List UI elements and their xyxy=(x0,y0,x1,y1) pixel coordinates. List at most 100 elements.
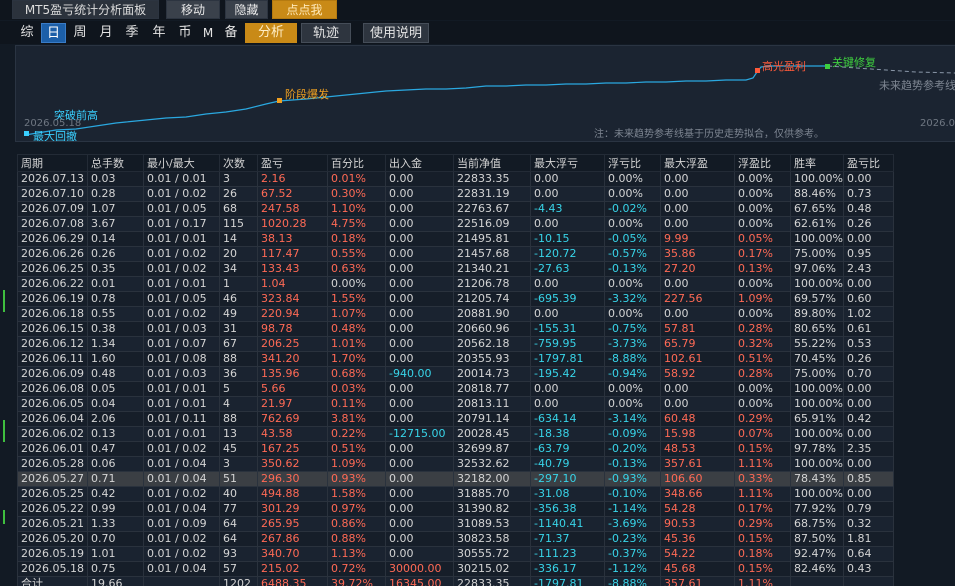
table-row[interactable]: 2026.07.10 0.28 0.01 / 0.02 26 67.52 0.30% 0.0… xyxy=(17,186,894,202)
header-win-rate[interactable]: 胜率 xyxy=(790,154,844,172)
header-period[interactable]: 周期 xyxy=(17,154,88,172)
track-button[interactable]: 轨迹 xyxy=(301,23,351,43)
table-row[interactable]: 2026.05.27 0.71 0.01 / 0.04 51 296.30 0.93% 0.… xyxy=(17,471,894,487)
cell-pnl: 2.16 xyxy=(257,171,328,187)
cell-deposit: 16345.00 xyxy=(385,576,454,586)
cell-equity: 30215.02 xyxy=(453,561,531,577)
cell-period: 2026.07.13 xyxy=(17,171,88,187)
table-row[interactable]: 2026.06.15 0.38 0.01 / 0.03 31 98.78 0.48% 0.0… xyxy=(17,321,894,337)
header-pnl[interactable]: 盈亏 xyxy=(257,154,328,172)
tab-month[interactable]: 月 xyxy=(96,23,116,43)
table-row[interactable]: 2026.05.18 0.75 0.01 / 0.04 57 215.02 0.72% 30… xyxy=(17,561,894,577)
header-float-profit-ratio[interactable]: 浮盈比 xyxy=(734,154,791,172)
tab-quarter[interactable]: 季 xyxy=(122,23,142,43)
cell-min-max: 0.01 / 0.07 xyxy=(143,336,220,352)
header-min-max[interactable]: 最小/最大 xyxy=(143,154,220,172)
cell-max-float-profit: 48.53 xyxy=(660,441,735,457)
header-equity[interactable]: 当前净值 xyxy=(453,154,531,172)
table-row[interactable]: 2026.05.25 0.42 0.01 / 0.02 40 494.88 1.58% 0.… xyxy=(17,486,894,502)
header-percent[interactable]: 百分比 xyxy=(327,154,386,172)
help-button[interactable]: 使用说明 xyxy=(363,23,429,43)
cell-pnl: 21.97 xyxy=(257,396,328,412)
cell-min-max: 0.01 / 0.09 xyxy=(143,516,220,532)
cell-max-float-loss: -634.14 xyxy=(530,411,605,427)
header-float-loss-ratio[interactable]: 浮亏比 xyxy=(604,154,661,172)
tab-day[interactable]: 日 xyxy=(41,23,66,43)
burst-marker xyxy=(277,98,282,103)
cell-win-rate: 100.00% xyxy=(790,456,844,472)
cell-period: 2026.05.25 xyxy=(17,486,88,502)
click-me-button[interactable]: 点点我 xyxy=(272,0,337,19)
cell-percent: 0.51% xyxy=(327,441,386,457)
cell-equity: 22763.67 xyxy=(453,201,531,217)
table-row[interactable]: 2026.06.26 0.26 0.01 / 0.02 20 117.47 0.55% 0.… xyxy=(17,246,894,262)
cell-period: 2026.06.12 xyxy=(17,336,88,352)
table-row[interactable]: 2026.06.29 0.14 0.01 / 0.01 14 38.13 0.18% 0.0… xyxy=(17,231,894,247)
cell-pnl: 265.95 xyxy=(257,516,328,532)
tab-currency[interactable]: 币 xyxy=(175,23,195,43)
analysis-button[interactable]: 分析 xyxy=(245,23,297,43)
cell-count: 46 xyxy=(219,291,258,307)
table-row[interactable]: 2026.06.19 0.78 0.01 / 0.05 46 323.84 1.55% 0.… xyxy=(17,291,894,307)
header-deposit[interactable]: 出入金 xyxy=(385,154,454,172)
equity-curve-chart: 最大回撤 突破前高 阶段爆发 高光盈利 关键修复 未来趋势参考线 2026.05… xyxy=(15,45,955,142)
table-row[interactable]: 2026.06.11 1.60 0.01 / 0.08 88 341.20 1.70% 0.… xyxy=(17,351,894,367)
table-row[interactable]: 2026.06.04 2.06 0.01 / 0.11 88 762.69 3.81% 0.… xyxy=(17,411,894,427)
header-max-float-loss[interactable]: 最大浮亏 xyxy=(530,154,605,172)
move-button[interactable]: 移动 xyxy=(166,0,220,19)
tab-week[interactable]: 周 xyxy=(70,23,90,43)
cell-pnl: 98.78 xyxy=(257,321,328,337)
cell-win-rate: 80.65% xyxy=(790,321,844,337)
cell-max-float-loss: 0.00 xyxy=(530,381,605,397)
hide-button[interactable]: 隐藏 xyxy=(225,0,268,19)
table-row[interactable]: 2026.05.21 1.33 0.01 / 0.09 64 265.95 0.86% 0.… xyxy=(17,516,894,532)
cell-win-rate: 69.57% xyxy=(790,291,844,307)
cell-total-lots: 0.13 xyxy=(87,426,144,442)
cell-pnl-ratio: 0.32 xyxy=(842,516,894,532)
header-max-float-profit[interactable]: 最大浮盈 xyxy=(660,154,735,172)
cell-equity: 22833.35 xyxy=(453,576,531,586)
tab-year[interactable]: 年 xyxy=(149,23,169,43)
cell-float-profit-ratio: 0.17% xyxy=(734,246,791,262)
tab-overview[interactable]: 综 xyxy=(17,23,37,43)
cell-min-max: 0.01 / 0.04 xyxy=(143,471,220,487)
table-row[interactable]: 2026.07.09 1.07 0.01 / 0.05 68 247.58 1.10% 0.… xyxy=(17,201,894,217)
cell-pnl: 135.96 xyxy=(257,366,328,382)
cell-total-lots: 1.34 xyxy=(87,336,144,352)
edge-mark xyxy=(3,510,5,524)
cell-pnl: 167.25 xyxy=(257,441,328,457)
header-total-lots[interactable]: 总手数 xyxy=(87,154,144,172)
tab-magic[interactable]: M xyxy=(200,23,216,43)
table-row[interactable]: 2026.06.01 0.47 0.01 / 0.02 45 167.25 0.51% 0.… xyxy=(17,441,894,457)
cell-max-float-profit: 45.68 xyxy=(660,561,735,577)
cell-equity: 20791.14 xyxy=(453,411,531,427)
table-row[interactable]: 2026.07.13 0.03 0.01 / 0.01 3 2.16 0.01% 0.00 2… xyxy=(17,171,894,187)
table-row[interactable]: 2026.06.12 1.34 0.01 / 0.07 67 206.25 1.01% 0.… xyxy=(17,336,894,352)
cell-total-lots: 19.66 xyxy=(87,576,144,586)
cell-pnl-ratio: 0.61 xyxy=(842,321,894,337)
header-pnl-ratio[interactable]: 盈亏比 xyxy=(842,154,894,172)
table-row[interactable]: 2026.06.25 0.35 0.01 / 0.02 34 133.43 0.63% 0.… xyxy=(17,261,894,277)
table-row[interactable]: 2026.06.22 0.01 0.01 / 0.01 1 1.04 0.00% 0.00 2… xyxy=(17,276,894,292)
header-count[interactable]: 次数 xyxy=(219,154,258,172)
table-row[interactable]: 2026.06.02 0.13 0.01 / 0.01 13 43.58 0.22% -12… xyxy=(17,426,894,442)
table-row[interactable]: 2026.06.18 0.55 0.01 / 0.02 49 220.94 1.07% 0.… xyxy=(17,306,894,322)
cell-percent: 1.58% xyxy=(327,486,386,502)
cell-percent: 0.63% xyxy=(327,261,386,277)
cell-count: 36 xyxy=(219,366,258,382)
cell-max-float-loss: -18.38 xyxy=(530,426,605,442)
table-row[interactable]: 2026.05.19 1.01 0.01 / 0.02 93 340.70 1.13% 0.… xyxy=(17,546,894,562)
table-total-row[interactable]: 合计 19.66 1202 6488.35 39.72% 16345.00 22833.35… xyxy=(17,576,894,586)
cell-deposit: 0.00 xyxy=(385,396,454,412)
table-row[interactable]: 2026.05.28 0.06 0.01 / 0.04 3 350.62 1.09% 0.0… xyxy=(17,456,894,472)
cell-count: 40 xyxy=(219,486,258,502)
cell-float-loss-ratio: -3.69% xyxy=(604,516,661,532)
table-row[interactable]: 2026.07.08 3.67 0.01 / 0.17 115 1020.28 4.75%… xyxy=(17,216,894,232)
table-row[interactable]: 2026.06.09 0.48 0.01 / 0.03 36 135.96 0.68% -9… xyxy=(17,366,894,382)
table-row[interactable]: 2026.05.22 0.99 0.01 / 0.04 77 301.29 0.97% 0.… xyxy=(17,501,894,517)
table-row[interactable]: 2026.05.20 0.70 0.01 / 0.02 64 267.86 0.88% 0.… xyxy=(17,531,894,547)
cell-win-rate: 97.78% xyxy=(790,441,844,457)
tab-remark[interactable]: 备 xyxy=(221,23,241,43)
table-row[interactable]: 2026.06.05 0.04 0.01 / 0.01 4 21.97 0.11% 0.00… xyxy=(17,396,894,412)
table-row[interactable]: 2026.06.08 0.05 0.01 / 0.01 5 5.66 0.03% 0.00 2… xyxy=(17,381,894,397)
